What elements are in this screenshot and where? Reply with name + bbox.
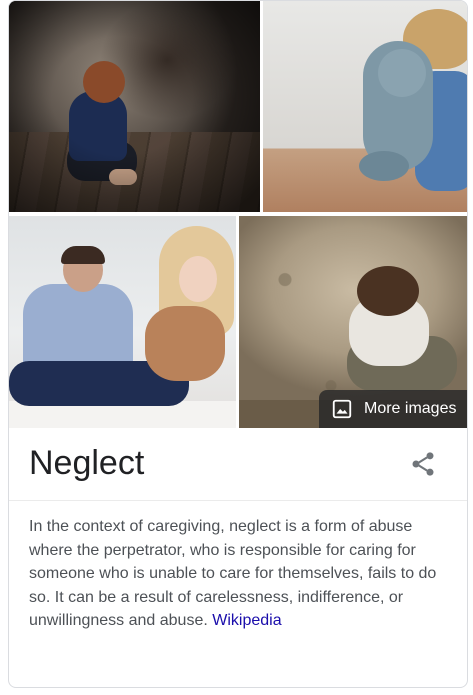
neglect-image-1[interactable]	[9, 1, 260, 212]
neglect-image-3[interactable]	[9, 216, 236, 428]
image-icon	[331, 398, 353, 420]
image-figure	[378, 49, 426, 97]
wikipedia-link[interactable]: Wikipedia	[212, 612, 281, 629]
image-figure	[359, 151, 409, 181]
share-icon[interactable]	[409, 450, 437, 478]
panel-description: In the context of caregiving, neglect is…	[29, 515, 454, 633]
knowledge-panel: More images Neglect In the context of ca…	[8, 0, 468, 688]
image-figure	[61, 246, 105, 264]
more-images-button[interactable]: More images	[319, 390, 467, 428]
title-row: Neglect	[9, 428, 467, 501]
image-vignette	[9, 1, 260, 212]
more-images-label: More images	[364, 400, 457, 417]
image-figure	[179, 256, 217, 302]
neglect-image-2[interactable]	[263, 1, 467, 212]
image-figure	[357, 266, 419, 316]
image-figure	[145, 306, 225, 381]
panel-title: Neglect	[29, 444, 145, 482]
